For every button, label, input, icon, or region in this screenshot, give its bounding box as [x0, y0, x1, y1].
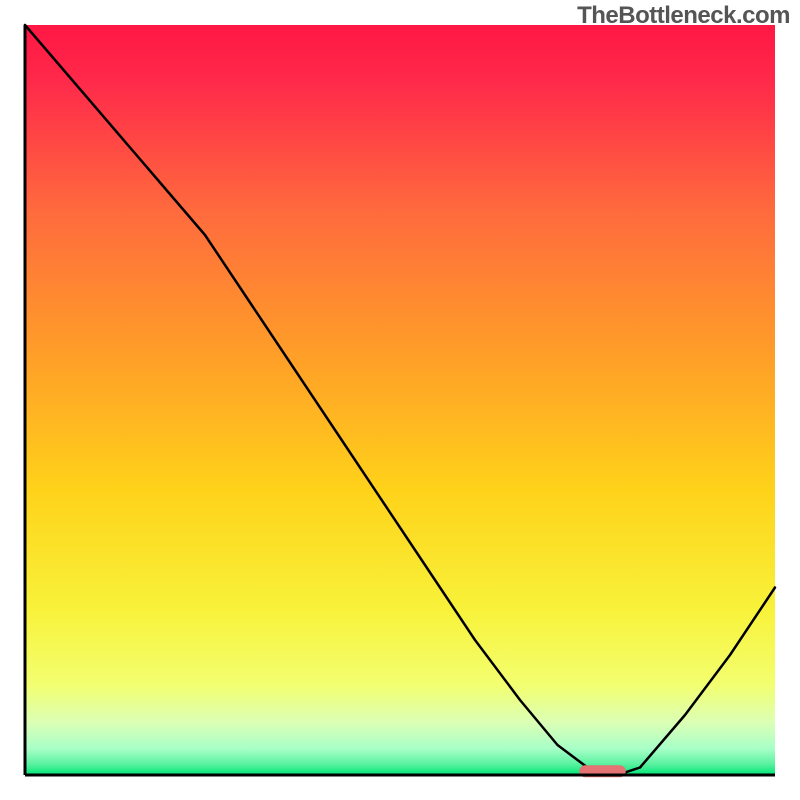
watermark-text: TheBottleneck.com	[577, 2, 790, 30]
bottleneck-chart	[0, 0, 800, 800]
plot-background	[25, 25, 775, 775]
chart-container: TheBottleneck.com	[0, 0, 800, 800]
